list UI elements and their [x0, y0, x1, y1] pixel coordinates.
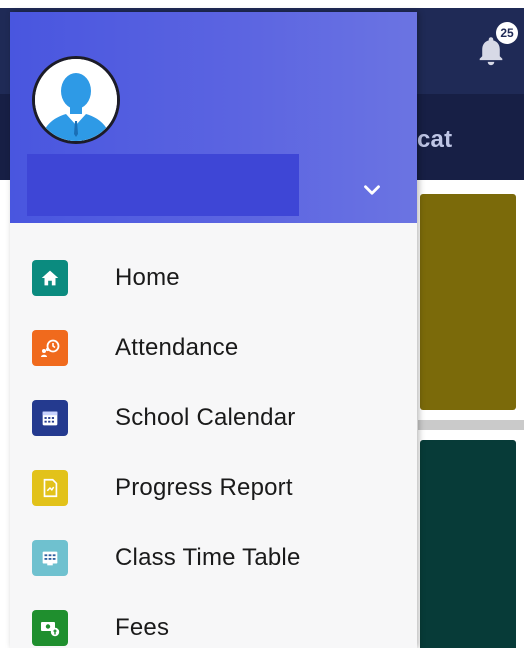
menu-item-label: Class Time Table [115, 544, 301, 571]
menu-item-attendance[interactable]: Attendance [10, 313, 417, 383]
menu-item-fees[interactable]: Fees [10, 593, 417, 648]
menu-item-label: Home [115, 264, 180, 291]
home-icon [32, 260, 68, 296]
user-avatar-icon [35, 59, 117, 141]
calendar-icon [32, 400, 68, 436]
notification-count-badge: 25 [496, 22, 518, 44]
drawer-header [10, 12, 417, 223]
menu-item-label: School Calendar [115, 404, 296, 431]
menu-item-label: Fees [115, 614, 170, 641]
chevron-down-icon [364, 185, 380, 195]
fees-icon [32, 610, 68, 646]
navigation-drawer: Home Attendance School Calendar Progress… [10, 12, 417, 648]
account-dropdown-toggle[interactable] [356, 174, 388, 206]
background-tab-label: cat [417, 126, 453, 153]
background-card-yellow [420, 194, 516, 410]
menu-item-class-time-table[interactable]: Class Time Table [10, 523, 417, 593]
menu-item-label: Attendance [115, 334, 239, 361]
menu-item-progress-report[interactable]: Progress Report [10, 453, 417, 523]
attendance-icon [32, 330, 68, 366]
timetable-icon [32, 540, 68, 576]
report-icon [32, 470, 68, 506]
menu-item-label: Progress Report [115, 474, 293, 501]
user-name-field [27, 154, 299, 216]
app-screen: cat 25 Home Attendance School Calendar P… [0, 0, 524, 648]
menu-item-school-calendar[interactable]: School Calendar [10, 383, 417, 453]
background-card-teal [420, 440, 516, 648]
avatar[interactable] [32, 56, 120, 144]
menu-item-home[interactable]: Home [10, 243, 417, 313]
background-divider [418, 420, 524, 430]
